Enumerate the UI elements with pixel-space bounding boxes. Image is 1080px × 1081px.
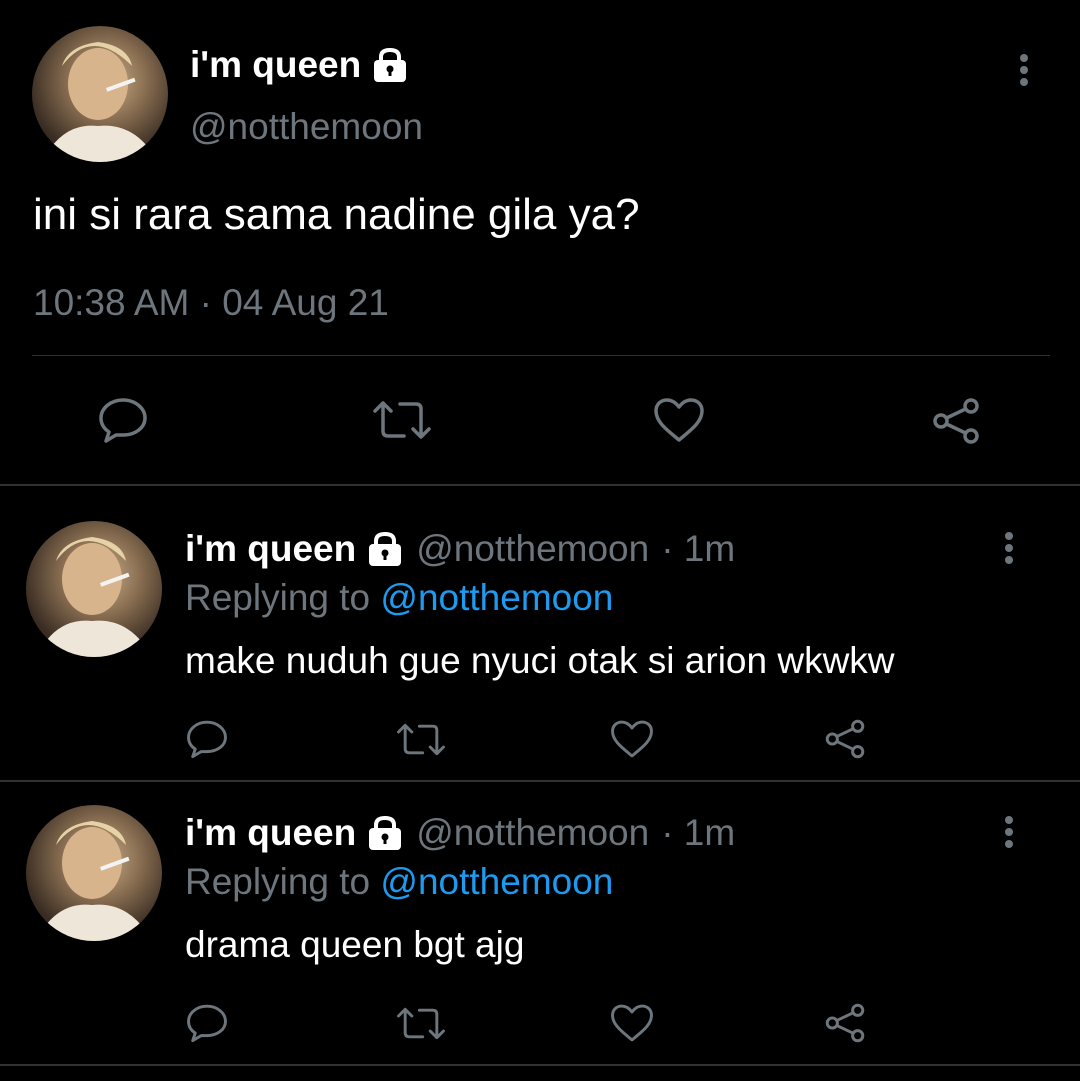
share-icon[interactable] — [823, 718, 867, 760]
reply-time[interactable]: · 1m — [661, 528, 735, 570]
display-name-text: i'm queen — [190, 44, 362, 85]
replying-to-prefix: Replying to — [185, 577, 371, 618]
main-tweet-handle[interactable]: @notthemoon — [190, 106, 423, 148]
like-icon[interactable] — [610, 719, 654, 759]
lock-icon — [366, 815, 404, 851]
replying-to-line: Replying to @notthemoon — [185, 861, 613, 903]
replying-to-link[interactable]: @notthemoon — [380, 861, 613, 902]
more-vertical-icon[interactable] — [1012, 52, 1036, 88]
share-icon[interactable] — [823, 1002, 867, 1044]
reply-handle[interactable]: @notthemoon — [416, 812, 649, 854]
replying-to-prefix: Replying to — [185, 861, 371, 902]
retweet-icon[interactable] — [396, 722, 446, 757]
main-tweet-display-name[interactable]: i'm queen — [190, 44, 409, 86]
like-icon[interactable] — [653, 397, 705, 443]
reply-icon[interactable] — [186, 719, 228, 759]
more-vertical-icon[interactable] — [997, 530, 1021, 566]
replying-to-line: Replying to @notthemoon — [185, 577, 613, 619]
section-divider — [0, 484, 1080, 486]
reply-handle[interactable]: @notthemoon — [416, 528, 649, 570]
reply-icon[interactable] — [186, 1003, 228, 1043]
reply-text: make nuduh gue nyuci otak si arion wkwkw — [185, 640, 895, 681]
more-vertical-icon[interactable] — [997, 814, 1021, 850]
lock-icon — [366, 531, 404, 567]
reply-time[interactable]: · 1m — [661, 812, 735, 854]
like-icon[interactable] — [610, 1003, 654, 1043]
reply-avatar[interactable] — [26, 521, 162, 657]
reply-display-name[interactable]: i'm queen — [185, 812, 404, 854]
display-name-text: i'm queen — [185, 812, 357, 853]
display-name-text: i'm queen — [185, 528, 357, 569]
main-tweet-timestamp: 10:38 AM · 04 Aug 21 — [33, 282, 389, 323]
share-icon[interactable] — [930, 397, 982, 445]
retweet-icon[interactable] — [396, 1006, 446, 1041]
reply-divider — [0, 780, 1080, 782]
reply-text: drama queen bgt ajg — [185, 924, 525, 965]
reply-divider — [0, 1064, 1080, 1066]
replying-to-link[interactable]: @notthemoon — [380, 577, 613, 618]
main-tweet-divider — [32, 355, 1050, 356]
reply-header: i'm queen @notthemoon · 1m — [185, 528, 735, 570]
reply-display-name[interactable]: i'm queen — [185, 528, 404, 570]
main-tweet-avatar[interactable] — [32, 26, 168, 162]
lock-icon — [371, 47, 409, 83]
retweet-icon[interactable] — [372, 399, 432, 441]
main-tweet-text: ini si rara sama nadine gila ya? — [33, 190, 640, 239]
reply-header: i'm queen @notthemoon · 1m — [185, 812, 735, 854]
reply-avatar[interactable] — [26, 805, 162, 941]
reply-icon[interactable] — [98, 397, 148, 443]
